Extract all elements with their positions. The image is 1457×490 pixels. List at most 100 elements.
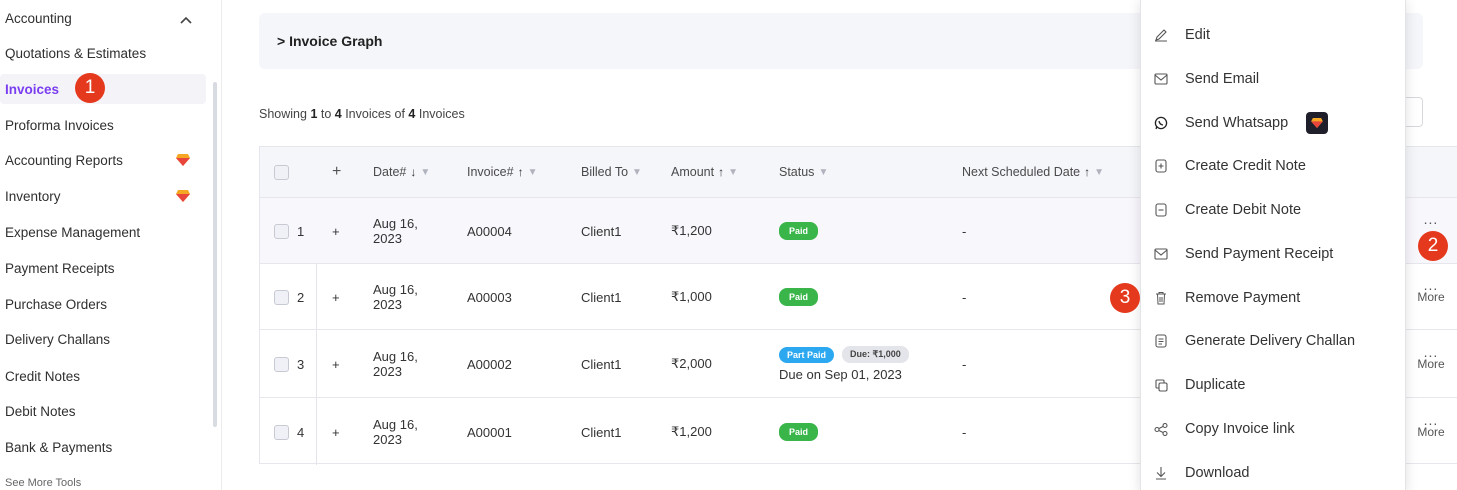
row-checkbox[interactable]: [274, 356, 289, 372]
annotation-badge-1: 1: [75, 73, 105, 103]
menu-item-label: Edit: [1185, 27, 1210, 43]
row-checkbox[interactable]: [274, 223, 289, 239]
row-more-button[interactable]: ... More: [1406, 412, 1456, 439]
whatsapp-icon: [1154, 116, 1168, 130]
row-more-button[interactable]: ...: [1406, 212, 1456, 226]
menu-item-edit[interactable]: Edit: [1141, 15, 1407, 55]
sidebar-item-purchase-orders[interactable]: Purchase Orders: [0, 289, 206, 319]
expand-row-icon[interactable]: +: [332, 398, 340, 466]
menu-item-generate-delivery-challan[interactable]: Generate Delivery Challan: [1141, 321, 1407, 361]
next-scheduled-date: -: [962, 424, 967, 440]
billed-to: Client1: [581, 356, 622, 372]
menu-item-label: Copy Invoice link: [1185, 421, 1295, 437]
see-more-tools-link[interactable]: See More Tools: [0, 470, 206, 490]
invoice-number[interactable]: A00004: [467, 198, 512, 264]
showing-suffix: Invoices: [415, 107, 465, 121]
sidebar-item-inventory[interactable]: Inventory: [0, 181, 206, 211]
header-label: Status: [779, 165, 815, 179]
premium-gem-icon: [176, 154, 190, 166]
invoice-number[interactable]: A00002: [467, 330, 512, 398]
row-more-button[interactable]: ... More: [1406, 277, 1456, 304]
column-header-next-scheduled[interactable]: Next Scheduled Date ↑ ▼: [962, 147, 1104, 197]
more-label: More: [1417, 290, 1445, 304]
sidebar-section-label: Accounting: [5, 10, 72, 26]
billed-to: Client1: [581, 289, 622, 305]
row-number: 2: [297, 289, 305, 305]
menu-item-download[interactable]: Download: [1141, 453, 1407, 490]
column-header-billed-to[interactable]: Billed To ▼: [581, 147, 642, 197]
date-line2: 2023: [373, 364, 402, 379]
sidebar-item-label: Payment Receipts: [5, 260, 115, 276]
header-label: Amount: [671, 165, 715, 179]
invoice-number[interactable]: A00001: [467, 398, 512, 466]
invoice-actions-menu: Edit Send Email Send Whatsapp Create Cre…: [1140, 0, 1406, 490]
date-line1: Aug 16,: [373, 349, 418, 364]
expand-all-icon[interactable]: +: [332, 147, 341, 197]
menu-item-send-whatsapp[interactable]: Send Whatsapp: [1141, 103, 1407, 143]
mail-icon: [1154, 247, 1168, 261]
filter-icon[interactable]: ▼: [420, 167, 430, 178]
see-more-label: See More Tools: [5, 477, 82, 489]
sidebar-item-quotations[interactable]: Quotations & Estimates: [0, 38, 206, 68]
menu-item-label: Remove Payment: [1185, 290, 1301, 306]
expand-row-icon[interactable]: +: [332, 198, 340, 264]
filter-icon[interactable]: ▼: [528, 167, 538, 178]
sidebar: Accounting Quotations & Estimates Invoic…: [0, 0, 222, 490]
menu-item-label: Send Payment Receipt: [1185, 246, 1334, 262]
menu-item-label: Create Credit Note: [1185, 158, 1306, 174]
filter-icon[interactable]: ▼: [818, 167, 828, 178]
sidebar-item-debit-notes[interactable]: Debit Notes: [0, 396, 206, 426]
sidebar-item-label: Invoices: [5, 81, 60, 97]
menu-item-remove-payment[interactable]: Remove Payment: [1141, 278, 1407, 318]
annotation-badge-3: 3: [1110, 283, 1140, 313]
sidebar-item-bank-payments[interactable]: Bank & Payments: [0, 432, 206, 462]
column-header-date[interactable]: Date# ↓ ▼: [373, 147, 430, 197]
menu-item-send-payment-receipt[interactable]: Send Payment Receipt: [1141, 234, 1407, 274]
date-line2: 2023: [373, 231, 402, 246]
sidebar-scrollbar[interactable]: [213, 82, 217, 427]
expand-row-icon[interactable]: +: [332, 330, 340, 398]
menu-item-label: Download: [1185, 465, 1250, 481]
menu-item-copy-invoice-link[interactable]: Copy Invoice link: [1141, 409, 1407, 449]
row-checkbox[interactable]: [274, 289, 289, 305]
column-header-invoice[interactable]: Invoice# ↑ ▼: [467, 147, 537, 197]
sidebar-item-accounting-reports[interactable]: Accounting Reports: [0, 145, 206, 175]
menu-item-create-debit-note[interactable]: Create Debit Note: [1141, 190, 1407, 230]
sidebar-item-delivery-challans[interactable]: Delivery Challans: [0, 324, 206, 354]
menu-item-create-credit-note[interactable]: Create Credit Note: [1141, 146, 1407, 186]
amount: ₹1,200: [671, 223, 712, 238]
menu-item-send-email[interactable]: Send Email: [1141, 59, 1407, 99]
row-number: 1: [297, 223, 305, 239]
sidebar-item-credit-notes[interactable]: Credit Notes: [0, 361, 206, 391]
sort-up-icon: ↑: [718, 165, 725, 179]
invoice-number[interactable]: A00003: [467, 264, 512, 330]
column-header-amount[interactable]: Amount ↑ ▼: [671, 147, 738, 197]
header-label: Billed To: [581, 165, 629, 179]
next-scheduled-date: -: [962, 289, 967, 305]
filter-icon[interactable]: ▼: [1094, 167, 1104, 178]
sidebar-section-accounting[interactable]: Accounting: [0, 3, 206, 33]
menu-item-duplicate[interactable]: Duplicate: [1141, 365, 1407, 405]
date-line2: 2023: [373, 432, 402, 447]
filter-icon[interactable]: ▼: [728, 167, 738, 178]
sidebar-item-label: Debit Notes: [5, 403, 76, 419]
select-all-checkbox[interactable]: [274, 147, 289, 197]
sidebar-item-proforma-invoices[interactable]: Proforma Invoices: [0, 110, 206, 140]
more-dots-icon: ...: [1423, 412, 1439, 428]
toolbar-button-edge[interactable]: [1405, 97, 1423, 127]
filter-icon[interactable]: ▼: [632, 167, 642, 178]
chevron-up-icon: [180, 13, 192, 27]
premium-gem-icon: [1306, 112, 1329, 134]
expand-row-icon[interactable]: +: [332, 264, 340, 330]
status-badge: Paid: [779, 288, 819, 306]
sidebar-item-expense-management[interactable]: Expense Management: [0, 217, 206, 247]
more-dots-icon: ...: [1423, 277, 1439, 293]
showing-to: 4: [334, 107, 342, 121]
sidebar-item-payment-receipts[interactable]: Payment Receipts: [0, 253, 206, 283]
row-checkbox[interactable]: [274, 424, 289, 440]
row-more-button[interactable]: ... More: [1406, 345, 1456, 371]
more-label: More: [1417, 425, 1445, 439]
amount: ₹1,200: [671, 424, 712, 439]
sidebar-item-label: Accounting Reports: [5, 152, 123, 168]
column-header-status[interactable]: Status ▼: [779, 147, 828, 197]
